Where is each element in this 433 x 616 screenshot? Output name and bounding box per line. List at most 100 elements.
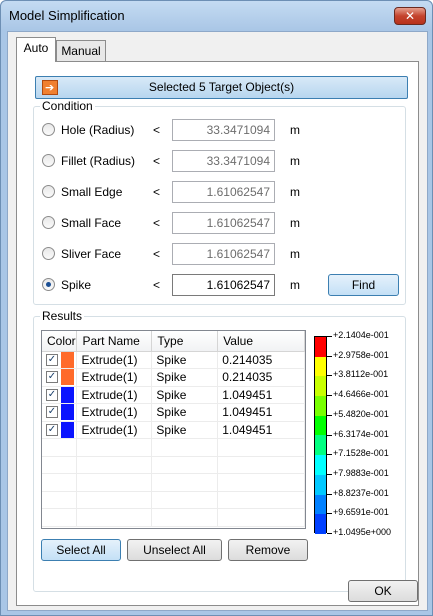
part-name-cell: Extrude(1) [76, 351, 153, 369]
small-edge-radio[interactable] [42, 185, 55, 198]
column-header-value[interactable]: Value [217, 331, 305, 352]
empty-row [42, 491, 305, 509]
hole-label: Hole (Radius) [61, 123, 135, 137]
color-cell: ✓ [42, 386, 78, 404]
hole-radio[interactable] [42, 123, 55, 136]
column-header-color[interactable]: Color [42, 331, 78, 352]
small-edge-input[interactable] [172, 181, 275, 203]
legend-tick [327, 336, 332, 337]
unit-label: m [290, 123, 300, 137]
type-cell: Spike [151, 403, 219, 422]
legend-tick [327, 395, 332, 397]
row-checkbox[interactable]: ✓ [46, 406, 58, 419]
legend-label: +6.3174e-001 [333, 428, 389, 439]
target-button-label: Selected 5 Target Object(s) [148, 80, 295, 94]
unselect-all-button[interactable]: Unselect All [127, 539, 222, 561]
title-bar[interactable]: Model Simplification ✕ [1, 1, 432, 31]
small-face-radio[interactable] [42, 216, 55, 229]
less-than-symbol: < [153, 123, 161, 137]
results-list[interactable]: Color Part Name Type Value ✓ Extrude(1) Sp… [41, 330, 306, 529]
table-row[interactable]: ✓ Extrude(1) Spike 0.214035 [42, 368, 305, 387]
close-button[interactable]: ✕ [394, 7, 426, 25]
sliver-face-radio[interactable] [42, 247, 55, 260]
legend-tick [327, 533, 332, 534]
legend-color-segment [315, 337, 326, 357]
empty-row [42, 508, 305, 527]
legend-tick [327, 434, 332, 436]
find-button[interactable]: Find [328, 274, 399, 296]
legend-color-segment [315, 356, 326, 377]
tab-auto[interactable]: Auto [16, 37, 56, 62]
dialog-body: Auto Manual Selected 5 Target Object(s) … [7, 31, 428, 611]
legend-label: +9.6591e-001 [333, 507, 389, 518]
unit-label: m [290, 216, 300, 230]
results-group: Results Color Part Name Type Value ✓ Extr… [33, 309, 406, 592]
hole-radius-input[interactable] [172, 119, 275, 141]
dialog-window: Model Simplification ✕ Auto Manual Selec… [0, 0, 433, 616]
condition-row-small-face: Small Face < m [42, 212, 402, 234]
value-cell: 1.049451 [217, 421, 305, 439]
color-cell: ✓ [42, 368, 78, 387]
legend-tick [327, 473, 332, 475]
table-row[interactable]: ✓ Extrude(1) Spike 1.049451 [42, 421, 305, 439]
remove-button[interactable]: Remove [228, 539, 308, 561]
empty-row [42, 438, 305, 457]
condition-row-hole: Hole (Radius) < m [42, 119, 402, 141]
row-checkbox[interactable]: ✓ [46, 353, 58, 366]
color-legend-bar [314, 336, 327, 534]
condition-row-fillet: Fillet (Radius) < m [42, 150, 402, 172]
spike-input[interactable] [172, 274, 275, 296]
color-swatch [61, 386, 74, 403]
table-row[interactable]: ✓ Extrude(1) Spike 0.214035 [42, 351, 305, 369]
select-all-button[interactable]: Select All [41, 539, 121, 561]
row-checkbox[interactable]: ✓ [46, 423, 58, 436]
spike-radio[interactable] [42, 278, 55, 291]
column-header-part-name[interactable]: Part Name [76, 331, 153, 352]
legend-color-segment [315, 415, 326, 436]
fillet-radius-input[interactable] [172, 150, 275, 172]
condition-legend: Condition [40, 99, 95, 113]
legend-label: +7.1528e-001 [333, 448, 389, 459]
small-face-input[interactable] [172, 212, 275, 234]
value-cell: 0.214035 [217, 368, 305, 387]
row-checkbox[interactable]: ✓ [46, 371, 58, 384]
window-title: Model Simplification [9, 8, 125, 23]
tab-manual[interactable]: Manual [56, 40, 106, 61]
legend-color-segment [315, 514, 326, 534]
less-than-symbol: < [153, 216, 161, 230]
less-than-symbol: < [153, 154, 161, 168]
table-row[interactable]: ✓ Extrude(1) Spike 1.049451 [42, 386, 305, 404]
condition-group: Condition Hole (Radius) < m Fillet (Radi… [33, 99, 406, 305]
color-cell: ✓ [42, 351, 78, 369]
legend-tick [327, 513, 332, 515]
table-row[interactable]: ✓ Extrude(1) Spike 1.049451 [42, 403, 305, 422]
color-swatch [61, 369, 74, 386]
type-cell: Spike [151, 368, 219, 387]
results-legend: Results [40, 309, 85, 323]
value-cell: 1.049451 [217, 386, 305, 404]
legend-color-segment [315, 376, 326, 397]
select-target-objects-button[interactable]: Selected 5 Target Object(s) [35, 76, 408, 99]
results-table: Color Part Name Type Value ✓ Extrude(1) Sp… [42, 331, 305, 527]
small-edge-label: Small Edge [61, 185, 123, 199]
legend-label: +3.8112e-001 [333, 369, 389, 380]
legend-label: +1.0495e+000 [333, 527, 392, 537]
legend-label: +2.1404e-001 [333, 330, 389, 340]
part-name-cell: Extrude(1) [76, 386, 153, 404]
ok-button[interactable]: OK [348, 580, 418, 602]
sliver-face-input[interactable] [172, 243, 275, 265]
less-than-symbol: < [153, 247, 161, 261]
fillet-radio[interactable] [42, 154, 55, 167]
unit-label: m [290, 154, 300, 168]
condition-row-sliver-face: Sliver Face < m [42, 243, 402, 265]
color-swatch [61, 421, 74, 438]
color-cell: ✓ [42, 421, 78, 439]
legend-color-segment [315, 396, 326, 416]
legend-color-segment [315, 474, 326, 495]
small-face-label: Small Face [61, 216, 122, 230]
legend-label: +2.9758e-001 [333, 349, 389, 360]
row-checkbox[interactable]: ✓ [46, 388, 58, 401]
column-header-type[interactable]: Type [151, 331, 219, 352]
auto-tab-panel: Selected 5 Target Object(s) Condition Ho… [16, 61, 419, 606]
type-cell: Spike [151, 351, 219, 369]
